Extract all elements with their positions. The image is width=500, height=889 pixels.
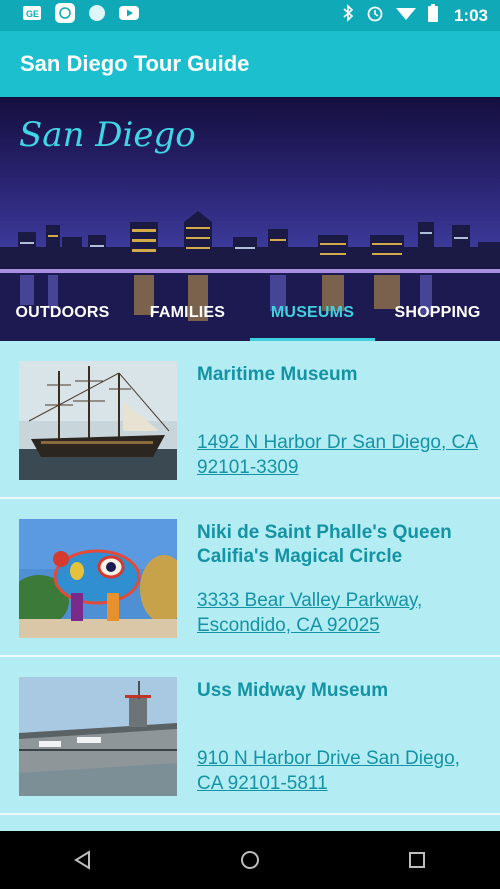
- list-item[interactable]: Niki de Saint Phalle's Queen Califia's M…: [0, 499, 500, 657]
- hero-banner: San Diego OUTDOORS FAMILIES MUSEUMS SHOP…: [0, 97, 500, 341]
- home-icon[interactable]: [230, 840, 270, 880]
- system-icons: 1:03: [342, 4, 488, 27]
- bluetooth-icon: [342, 4, 354, 27]
- ge-news-icon: GE: [22, 5, 42, 26]
- mosaic-sculpture-photo: [19, 519, 177, 638]
- place-address-link[interactable]: 910 N Harbor Drive San Diego, CA 92101-5…: [197, 746, 487, 796]
- notification-icons: GE: [22, 2, 140, 29]
- place-address-link[interactable]: 3333 Bear Valley Parkway, Escondido, CA …: [197, 588, 487, 638]
- back-icon[interactable]: [63, 840, 103, 880]
- battery-icon: [427, 4, 438, 27]
- app-bar: San Diego Tour Guide: [0, 31, 500, 97]
- app-title: San Diego Tour Guide: [20, 51, 250, 76]
- recents-icon[interactable]: [397, 840, 437, 880]
- place-name: Uss Midway Museum: [197, 680, 389, 701]
- youtube-icon: [118, 5, 140, 26]
- wifi-icon: [395, 5, 416, 26]
- place-address-link[interactable]: 1492 N Harbor Dr San Diego, CA 92101-330…: [197, 430, 487, 480]
- place-name: Niki de Saint Phalle's Queen Califia's M…: [197, 522, 452, 567]
- list-item[interactable]: Uss Midway Museum 910 N Harbor Drive San…: [0, 657, 500, 815]
- clock-time: 1:03: [453, 5, 488, 25]
- tall-ship-photo: [19, 361, 177, 480]
- category-tabs: OUTDOORS FAMILIES MUSEUMS SHOPPING: [0, 285, 500, 341]
- aircraft-carrier-photo: [19, 677, 177, 796]
- svg-text:GE: GE: [26, 9, 39, 19]
- tab-shopping[interactable]: SHOPPING: [375, 285, 500, 341]
- hero-script-title: San Diego: [19, 115, 196, 155]
- tab-outdoors[interactable]: OUTDOORS: [0, 285, 125, 341]
- places-list: Maritime Museum 1492 N Harbor Dr San Die…: [0, 341, 500, 815]
- ebay-icon: [54, 2, 76, 29]
- place-name: Maritime Museum: [197, 364, 358, 385]
- status-bar: GE 1:03: [0, 0, 500, 31]
- tab-museums[interactable]: MUSEUMS: [250, 285, 375, 341]
- circle-app-icon: [88, 4, 106, 27]
- alarm-icon: [366, 4, 384, 27]
- list-item[interactable]: Maritime Museum 1492 N Harbor Dr San Die…: [0, 341, 500, 499]
- tab-families[interactable]: FAMILIES: [125, 285, 250, 341]
- system-navigation-bar: [0, 831, 500, 889]
